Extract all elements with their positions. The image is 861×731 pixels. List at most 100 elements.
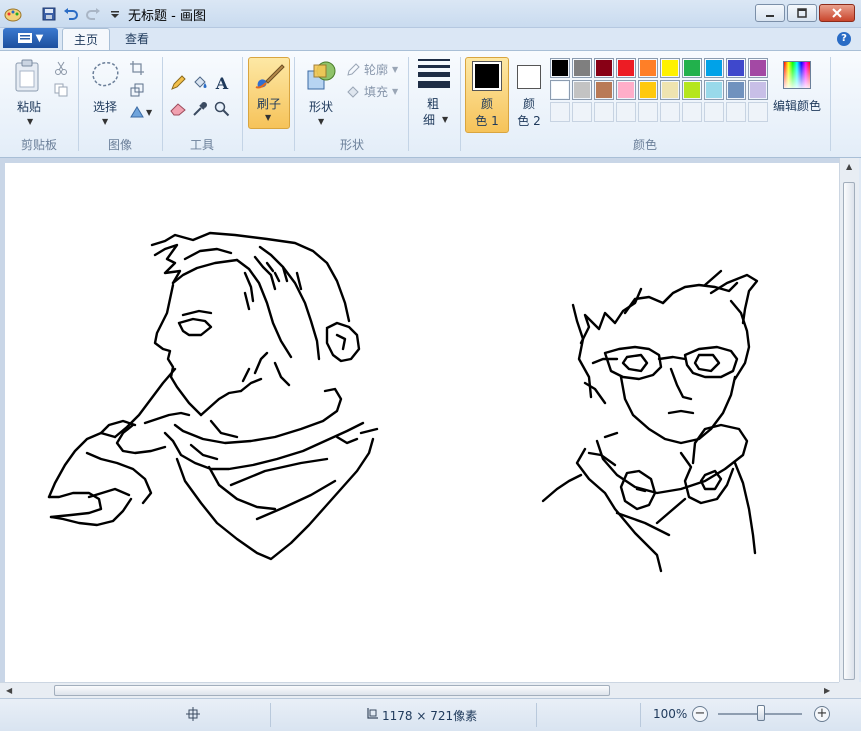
color2-label-line2: 色 2 bbox=[517, 114, 541, 128]
ribbon-separator bbox=[78, 57, 79, 151]
pencil-icon[interactable] bbox=[168, 73, 188, 93]
vertical-scroll-thumb[interactable] bbox=[843, 182, 855, 680]
canvas-size-icon bbox=[366, 708, 378, 723]
close-button[interactable] bbox=[819, 4, 855, 22]
vertical-scrollbar[interactable]: ▲ bbox=[839, 158, 859, 682]
scroll-right-arrow-icon[interactable]: ▶ bbox=[824, 686, 830, 695]
drawing-canvas[interactable] bbox=[5, 163, 840, 682]
save-icon[interactable] bbox=[40, 5, 58, 23]
customize-toolbar-icon[interactable] bbox=[106, 5, 124, 23]
palette-color-swatch[interactable] bbox=[638, 58, 658, 78]
palette-color-swatch[interactable] bbox=[748, 80, 768, 100]
palette-color-fill bbox=[662, 82, 678, 98]
custom-color-slot[interactable] bbox=[704, 102, 724, 122]
outline-icon[interactable] bbox=[344, 61, 362, 79]
palette-color-swatch[interactable] bbox=[550, 80, 570, 100]
custom-color-slot[interactable] bbox=[682, 102, 702, 122]
help-icon[interactable]: ? bbox=[837, 32, 851, 46]
paint-app-icon[interactable] bbox=[4, 5, 22, 23]
window-title: 无标题 - 画图 bbox=[128, 9, 206, 24]
minimize-button[interactable] bbox=[755, 4, 785, 22]
magnifier-icon[interactable] bbox=[212, 99, 232, 119]
shapes-dropdown-icon[interactable]: ▼ bbox=[318, 117, 324, 126]
palette-color-fill bbox=[574, 82, 590, 98]
select-dropdown-icon[interactable]: ▼ bbox=[102, 117, 108, 126]
palette-color-swatch[interactable] bbox=[616, 80, 636, 100]
palette-color-swatch[interactable] bbox=[726, 80, 746, 100]
crop-icon[interactable] bbox=[128, 59, 146, 77]
palette-color-fill bbox=[728, 60, 744, 76]
edit-colors-label: 编辑颜色 bbox=[772, 99, 821, 113]
palette-color-swatch[interactable] bbox=[660, 80, 680, 100]
edit-colors-button[interactable]: 编辑颜色 bbox=[773, 57, 824, 133]
palette-color-swatch[interactable] bbox=[572, 58, 592, 78]
custom-color-slot[interactable] bbox=[550, 102, 570, 122]
maximize-button[interactable] bbox=[787, 4, 817, 22]
palette-color-swatch[interactable] bbox=[748, 58, 768, 78]
zoom-slider-thumb[interactable] bbox=[757, 705, 765, 721]
custom-color-slot[interactable] bbox=[726, 102, 746, 122]
horizontal-scroll-thumb[interactable] bbox=[54, 685, 610, 696]
select-button[interactable] bbox=[88, 59, 122, 97]
rotate-icon[interactable] bbox=[128, 103, 146, 121]
size-button[interactable]: 粗 细 ▼ bbox=[414, 55, 454, 131]
shapes-button[interactable] bbox=[304, 59, 338, 95]
custom-color-slot[interactable] bbox=[616, 102, 636, 122]
paste-button[interactable] bbox=[12, 59, 44, 99]
tab-view[interactable]: 查看 bbox=[114, 28, 160, 50]
title-bar: 无标题 - 画图 bbox=[0, 0, 861, 28]
paste-dropdown-icon[interactable]: ▼ bbox=[27, 117, 33, 126]
cut-icon[interactable] bbox=[52, 59, 70, 77]
palette-color-swatch[interactable] bbox=[572, 80, 592, 100]
outline-label[interactable]: 轮廓 bbox=[364, 61, 388, 78]
outline-dropdown-icon[interactable]: ▼ bbox=[392, 65, 398, 74]
fill-dropdown-icon[interactable]: ▼ bbox=[392, 87, 398, 96]
eraser-icon[interactable] bbox=[168, 99, 188, 119]
palette-color-swatch[interactable] bbox=[704, 80, 724, 100]
colors-group-label: 颜色 bbox=[632, 138, 657, 152]
palette-color-swatch[interactable] bbox=[550, 58, 570, 78]
color2-button[interactable]: 颜 色 2 bbox=[512, 57, 546, 133]
fill-label[interactable]: 填充 bbox=[364, 83, 388, 100]
scroll-left-arrow-icon[interactable]: ◀ bbox=[6, 686, 12, 695]
fill-bucket-icon[interactable] bbox=[190, 73, 210, 93]
palette-color-fill bbox=[706, 60, 722, 76]
custom-color-slot[interactable] bbox=[572, 102, 592, 122]
fill-icon[interactable] bbox=[344, 83, 362, 101]
paste-label: 粘贴 bbox=[16, 100, 41, 114]
palette-color-swatch[interactable] bbox=[660, 58, 680, 78]
color-picker-icon[interactable] bbox=[190, 99, 210, 119]
palette-color-fill bbox=[596, 82, 612, 98]
custom-color-slot[interactable] bbox=[660, 102, 680, 122]
undo-icon[interactable] bbox=[62, 5, 80, 23]
size-label-line1: 粗 bbox=[426, 97, 439, 111]
brushes-dropdown-icon[interactable]: ▼ bbox=[265, 113, 271, 122]
resize-icon[interactable] bbox=[128, 81, 146, 99]
text-tool-icon[interactable]: A bbox=[212, 73, 232, 93]
image-group: 选择 ▼ ▼ 图像 bbox=[82, 55, 158, 155]
palette-color-swatch[interactable] bbox=[638, 80, 658, 100]
palette-color-swatch[interactable] bbox=[704, 58, 724, 78]
palette-color-swatch[interactable] bbox=[594, 58, 614, 78]
shapes-group: 形状 ▼ 轮廓 ▼ 填充 ▼ 形状 bbox=[298, 55, 406, 155]
zoom-out-button[interactable]: − bbox=[692, 706, 708, 722]
redo-icon[interactable] bbox=[84, 5, 102, 23]
rotate-dropdown-icon[interactable]: ▼ bbox=[146, 108, 152, 117]
zoom-in-button[interactable]: + bbox=[814, 706, 830, 722]
color2-swatch bbox=[517, 65, 541, 89]
palette-color-fill bbox=[574, 60, 590, 76]
palette-color-fill bbox=[706, 82, 722, 98]
palette-color-swatch[interactable] bbox=[682, 80, 702, 100]
palette-color-swatch[interactable] bbox=[616, 58, 636, 78]
palette-color-swatch[interactable] bbox=[726, 58, 746, 78]
custom-color-slot[interactable] bbox=[638, 102, 658, 122]
tab-home[interactable]: 主页 bbox=[62, 28, 111, 50]
copy-icon[interactable] bbox=[52, 81, 70, 99]
custom-color-slot[interactable] bbox=[748, 102, 768, 122]
palette-color-swatch[interactable] bbox=[594, 80, 614, 100]
custom-color-slot[interactable] bbox=[594, 102, 614, 122]
palette-color-swatch[interactable] bbox=[682, 58, 702, 78]
horizontal-scrollbar[interactable]: ◀ ▶ bbox=[0, 682, 839, 698]
paint-menu-button[interactable]: ▼ bbox=[3, 28, 58, 48]
scroll-up-arrow-icon[interactable]: ▲ bbox=[846, 162, 852, 171]
